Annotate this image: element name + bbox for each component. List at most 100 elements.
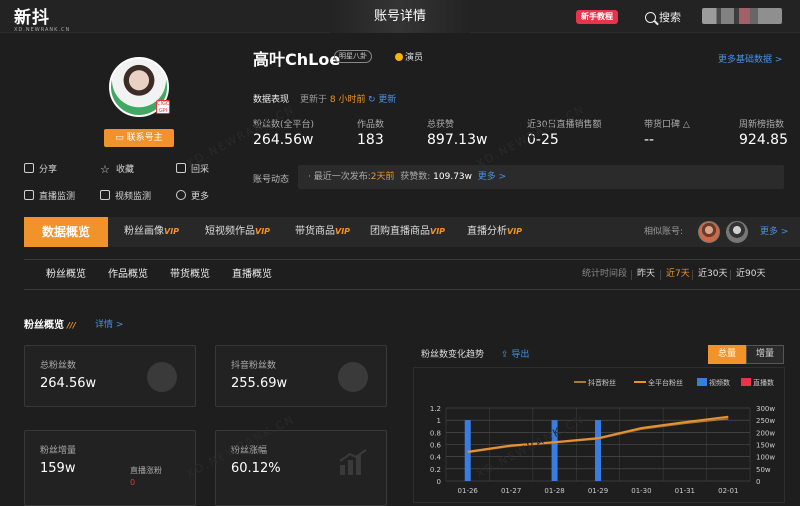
favorite-label: 收藏 — [116, 165, 135, 175]
x-tick-label: 01-27 — [501, 487, 521, 495]
tab-label: 粉丝画像 — [124, 226, 164, 237]
tab-live-analysis[interactable]: 直播分析VIP — [467, 217, 522, 247]
category-tag[interactable]: 明星八卦 — [334, 50, 372, 63]
logo-text: 新抖 — [14, 8, 50, 28]
x-tick-label: 02-01 — [718, 487, 738, 495]
right-tick-label: 150w — [756, 442, 775, 450]
toggle-total[interactable]: 总量 — [708, 345, 746, 364]
right-tick-label: 200w — [756, 429, 775, 437]
live-gain-value: 0 — [130, 478, 136, 487]
page-title: 账号详情 — [330, 0, 470, 33]
role-dot-icon — [395, 53, 403, 61]
card-value: 264.56w — [40, 376, 97, 391]
right-tick-label: 100w — [756, 454, 775, 462]
tab-short-videos[interactable]: 短视频作品VIP — [205, 217, 270, 247]
fans-trend-chart: 抖音粉丝 全平台粉丝 视频数 直播数 0 0.2 0.4 0.6 0.8 1 1.2 0 50w… — [413, 367, 785, 503]
tutorial-button[interactable]: 新手教程 — [576, 10, 618, 24]
star-icon: ☆ — [100, 163, 110, 176]
subtab-works-overview[interactable]: 作品概览 — [108, 260, 148, 289]
total-fans-card: 总粉丝数 264.56w — [24, 345, 196, 407]
chart-plot: 0 0.2 0.4 0.6 0.8 1 1.2 0 50w 100w 150w 200w 250w 300… — [430, 405, 776, 495]
similar-account-avatar[interactable] — [698, 221, 720, 243]
card-value: 60.12% — [231, 461, 281, 476]
export-icon: ⇪ — [501, 350, 512, 360]
x-tick-label: 01-29 — [588, 487, 608, 495]
favorite-button[interactable]: ☆ 收藏 — [100, 163, 134, 177]
more-actions-button[interactable]: 更多 — [176, 190, 209, 204]
dynamics-likes-label: 获赞数: — [400, 172, 431, 182]
logo-subtext: XD.NEWRANK.CN — [14, 27, 71, 33]
tab-label: 短视频作品 — [205, 226, 255, 237]
period-7d[interactable]: 近7天 — [666, 260, 690, 289]
toggle-increment[interactable]: 增量 — [746, 345, 784, 364]
period-yesterday[interactable]: 昨天 — [637, 260, 655, 289]
export-button[interactable]: ⇪ 导出 — [501, 347, 529, 360]
section-title: 粉丝概览/// — [24, 316, 76, 331]
dynamics-box: · 最近一次发布:2天前 获赞数: 109.73w 更多 > — [298, 165, 784, 189]
growth-chart-icon — [339, 449, 367, 475]
update-prefix: 更新于 — [300, 95, 328, 105]
similar-account-avatar[interactable] — [726, 221, 748, 243]
tab-fans-profile[interactable]: 粉丝画像VIP — [124, 217, 179, 247]
stat-value-works: 183 — [357, 132, 384, 148]
subtab-fans-overview[interactable]: 粉丝概览 — [46, 260, 86, 289]
bar-mark — [595, 420, 601, 481]
share-button[interactable]: 分享 — [24, 163, 57, 177]
tab-goods[interactable]: 带货商品VIP — [295, 217, 350, 247]
card-label: 粉丝增量 — [40, 446, 77, 456]
more-similar-link[interactable]: 更多 > — [760, 217, 788, 247]
more-icon — [176, 190, 186, 200]
dynamics-more-link[interactable]: 更多 > — [478, 172, 506, 182]
vip-badge: VIP — [255, 227, 271, 236]
section-title-text: 粉丝概览 — [24, 320, 64, 331]
user-avatar[interactable] — [702, 8, 782, 24]
right-tick-label: 0 — [756, 478, 760, 486]
contact-owner-button[interactable]: ▭ 联系号主 — [104, 129, 174, 147]
video-monitor-button[interactable]: 视频监测 — [100, 190, 151, 204]
card-label: 抖音粉丝数 — [231, 361, 277, 371]
tab-group-live-goods[interactable]: 团购直播商品VIP — [370, 217, 445, 247]
tab-label: 带货商品 — [295, 226, 335, 237]
vip-badge: VIP — [507, 227, 523, 236]
right-tick-label: 250w — [756, 417, 775, 425]
left-tick-label: 1.2 — [430, 405, 441, 413]
tab-data-overview[interactable]: 数据概览 — [24, 217, 108, 247]
trend-title: 粉丝数变化趋势 — [421, 350, 485, 360]
share-icon — [24, 163, 34, 173]
role-label: 演员 — [405, 53, 424, 63]
contact-label: 联系号主 — [126, 133, 163, 143]
refresh-button[interactable]: ↻ 更新 — [368, 92, 396, 105]
vip-badge: VIP — [430, 227, 446, 236]
vip-badge: VIP — [164, 227, 180, 236]
x-tick-label: 01-26 — [458, 487, 479, 495]
live-monitor-button[interactable]: 直播监测 — [24, 190, 75, 204]
main-tabs: 数据概览 粉丝画像VIP 短视频作品VIP 带货商品VIP 团购直播商品VIP … — [24, 217, 800, 247]
watermark: XD.NEWRANK.CN — [474, 102, 588, 171]
logo[interactable]: 新抖 XD.NEWRANK.CN — [14, 3, 70, 33]
divider — [660, 270, 661, 280]
card-value: 159w — [40, 461, 76, 476]
dynamics-label: 账号动态 — [253, 175, 290, 185]
avatar-badge: CIGO GPI — [156, 100, 170, 114]
period-label: 统计时间段 — [582, 269, 628, 279]
update-time: 8 小时前 — [329, 95, 366, 105]
right-tick-label: 300w — [756, 405, 775, 413]
collect-icon — [176, 163, 186, 173]
section-marks: /// — [67, 321, 76, 330]
left-tick-label: 0.6 — [430, 442, 442, 450]
account-name: 高叶ChLoe — [253, 50, 341, 69]
more-basic-data-link[interactable]: 更多基础数据 > — [718, 52, 782, 65]
subtab-live-overview[interactable]: 直播概览 — [232, 260, 272, 289]
details-link[interactable]: 详情 > — [95, 317, 123, 330]
subtab-goods-overview[interactable]: 带货概览 — [170, 260, 210, 289]
tv-icon — [24, 190, 34, 200]
search-button[interactable]: 搜索 — [645, 9, 681, 25]
period-90d[interactable]: 近90天 — [736, 260, 765, 289]
period-30d[interactable]: 近30天 — [698, 260, 727, 289]
stat-value-index: 924.85 — [739, 132, 788, 148]
douyin-fans-card: 抖音粉丝数 255.69w — [215, 345, 387, 407]
warning-icon[interactable]: △ — [683, 120, 690, 130]
search-icon — [645, 12, 656, 23]
left-tick-label: 0.4 — [430, 454, 442, 462]
x-tick-label: 01-28 — [544, 487, 564, 495]
